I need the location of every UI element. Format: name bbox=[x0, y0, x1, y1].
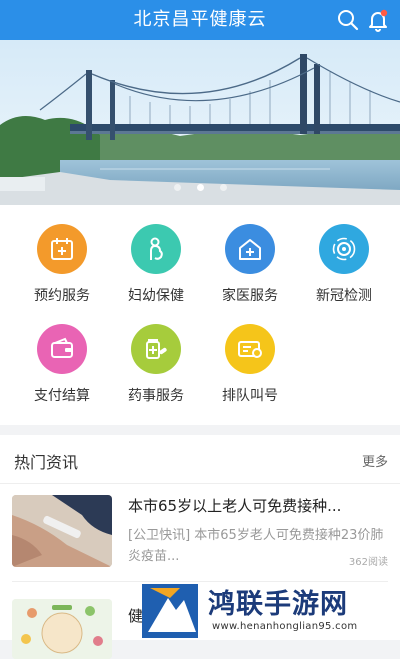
site-watermark: 鸿联手游网 www.henanhonglian95.com bbox=[140, 578, 400, 640]
news-item[interactable]: 本市65岁以上老人可免费接种... [公卫快讯] 本市65岁老人可免费接种23价… bbox=[0, 491, 400, 577]
banner-carousel[interactable] bbox=[0, 40, 400, 205]
service-pharmacy[interactable]: 药事服务 bbox=[106, 305, 206, 405]
ticket-icon bbox=[225, 324, 275, 374]
service-payment[interactable]: 支付结算 bbox=[12, 305, 112, 405]
service-queue[interactable]: 排队叫号 bbox=[200, 305, 300, 405]
calendar-plus-icon bbox=[37, 224, 87, 274]
medicine-icon bbox=[131, 324, 181, 374]
wallet-icon bbox=[37, 324, 87, 374]
service-label: 支付结算 bbox=[34, 388, 90, 404]
bell-icon[interactable] bbox=[366, 8, 390, 32]
search-icon[interactable] bbox=[336, 8, 360, 32]
watermark-text: 鸿联手游网 bbox=[208, 589, 348, 620]
service-grid: 预约服务 妇幼保健 家医服务 新冠检测 支付结算 药事服务 排队叫号 bbox=[0, 205, 400, 425]
service-label: 家医服务 bbox=[222, 288, 278, 304]
news-thumbnail bbox=[12, 599, 112, 659]
service-covid-test[interactable]: 新冠检测 bbox=[294, 205, 394, 305]
service-appointment[interactable]: 预约服务 bbox=[12, 205, 112, 305]
service-family-doctor[interactable]: 家医服务 bbox=[200, 205, 300, 305]
news-header: 热门资讯 更多 bbox=[0, 435, 400, 483]
virus-scan-icon bbox=[319, 224, 369, 274]
service-label: 药事服务 bbox=[128, 388, 184, 404]
mother-baby-icon bbox=[131, 224, 181, 274]
news-thumbnail bbox=[12, 495, 112, 567]
watermark-url: www.henanhonglian95.com bbox=[212, 621, 358, 632]
service-label: 妇幼保健 bbox=[128, 288, 184, 304]
service-label: 新冠检测 bbox=[316, 288, 372, 304]
service-label: 预约服务 bbox=[34, 288, 90, 304]
carousel-dots bbox=[0, 176, 400, 195]
app-header: 北京昌平健康云 bbox=[0, 0, 400, 40]
carousel-dot[interactable] bbox=[219, 184, 227, 191]
news-section-title: 热门资讯 bbox=[14, 453, 79, 472]
divider bbox=[0, 483, 400, 484]
service-maternal[interactable]: 妇幼保健 bbox=[106, 205, 206, 305]
view-count: 362阅读 bbox=[348, 557, 388, 568]
carousel-dot-active[interactable] bbox=[196, 184, 204, 191]
news-headline: 本市65岁以上老人可免费接种... bbox=[128, 497, 342, 515]
home-doctor-icon bbox=[225, 224, 275, 274]
carousel-dot[interactable] bbox=[173, 184, 181, 191]
more-link[interactable]: 更多 bbox=[362, 451, 388, 470]
service-label: 排队叫号 bbox=[222, 388, 278, 404]
watermark-logo bbox=[142, 584, 198, 638]
